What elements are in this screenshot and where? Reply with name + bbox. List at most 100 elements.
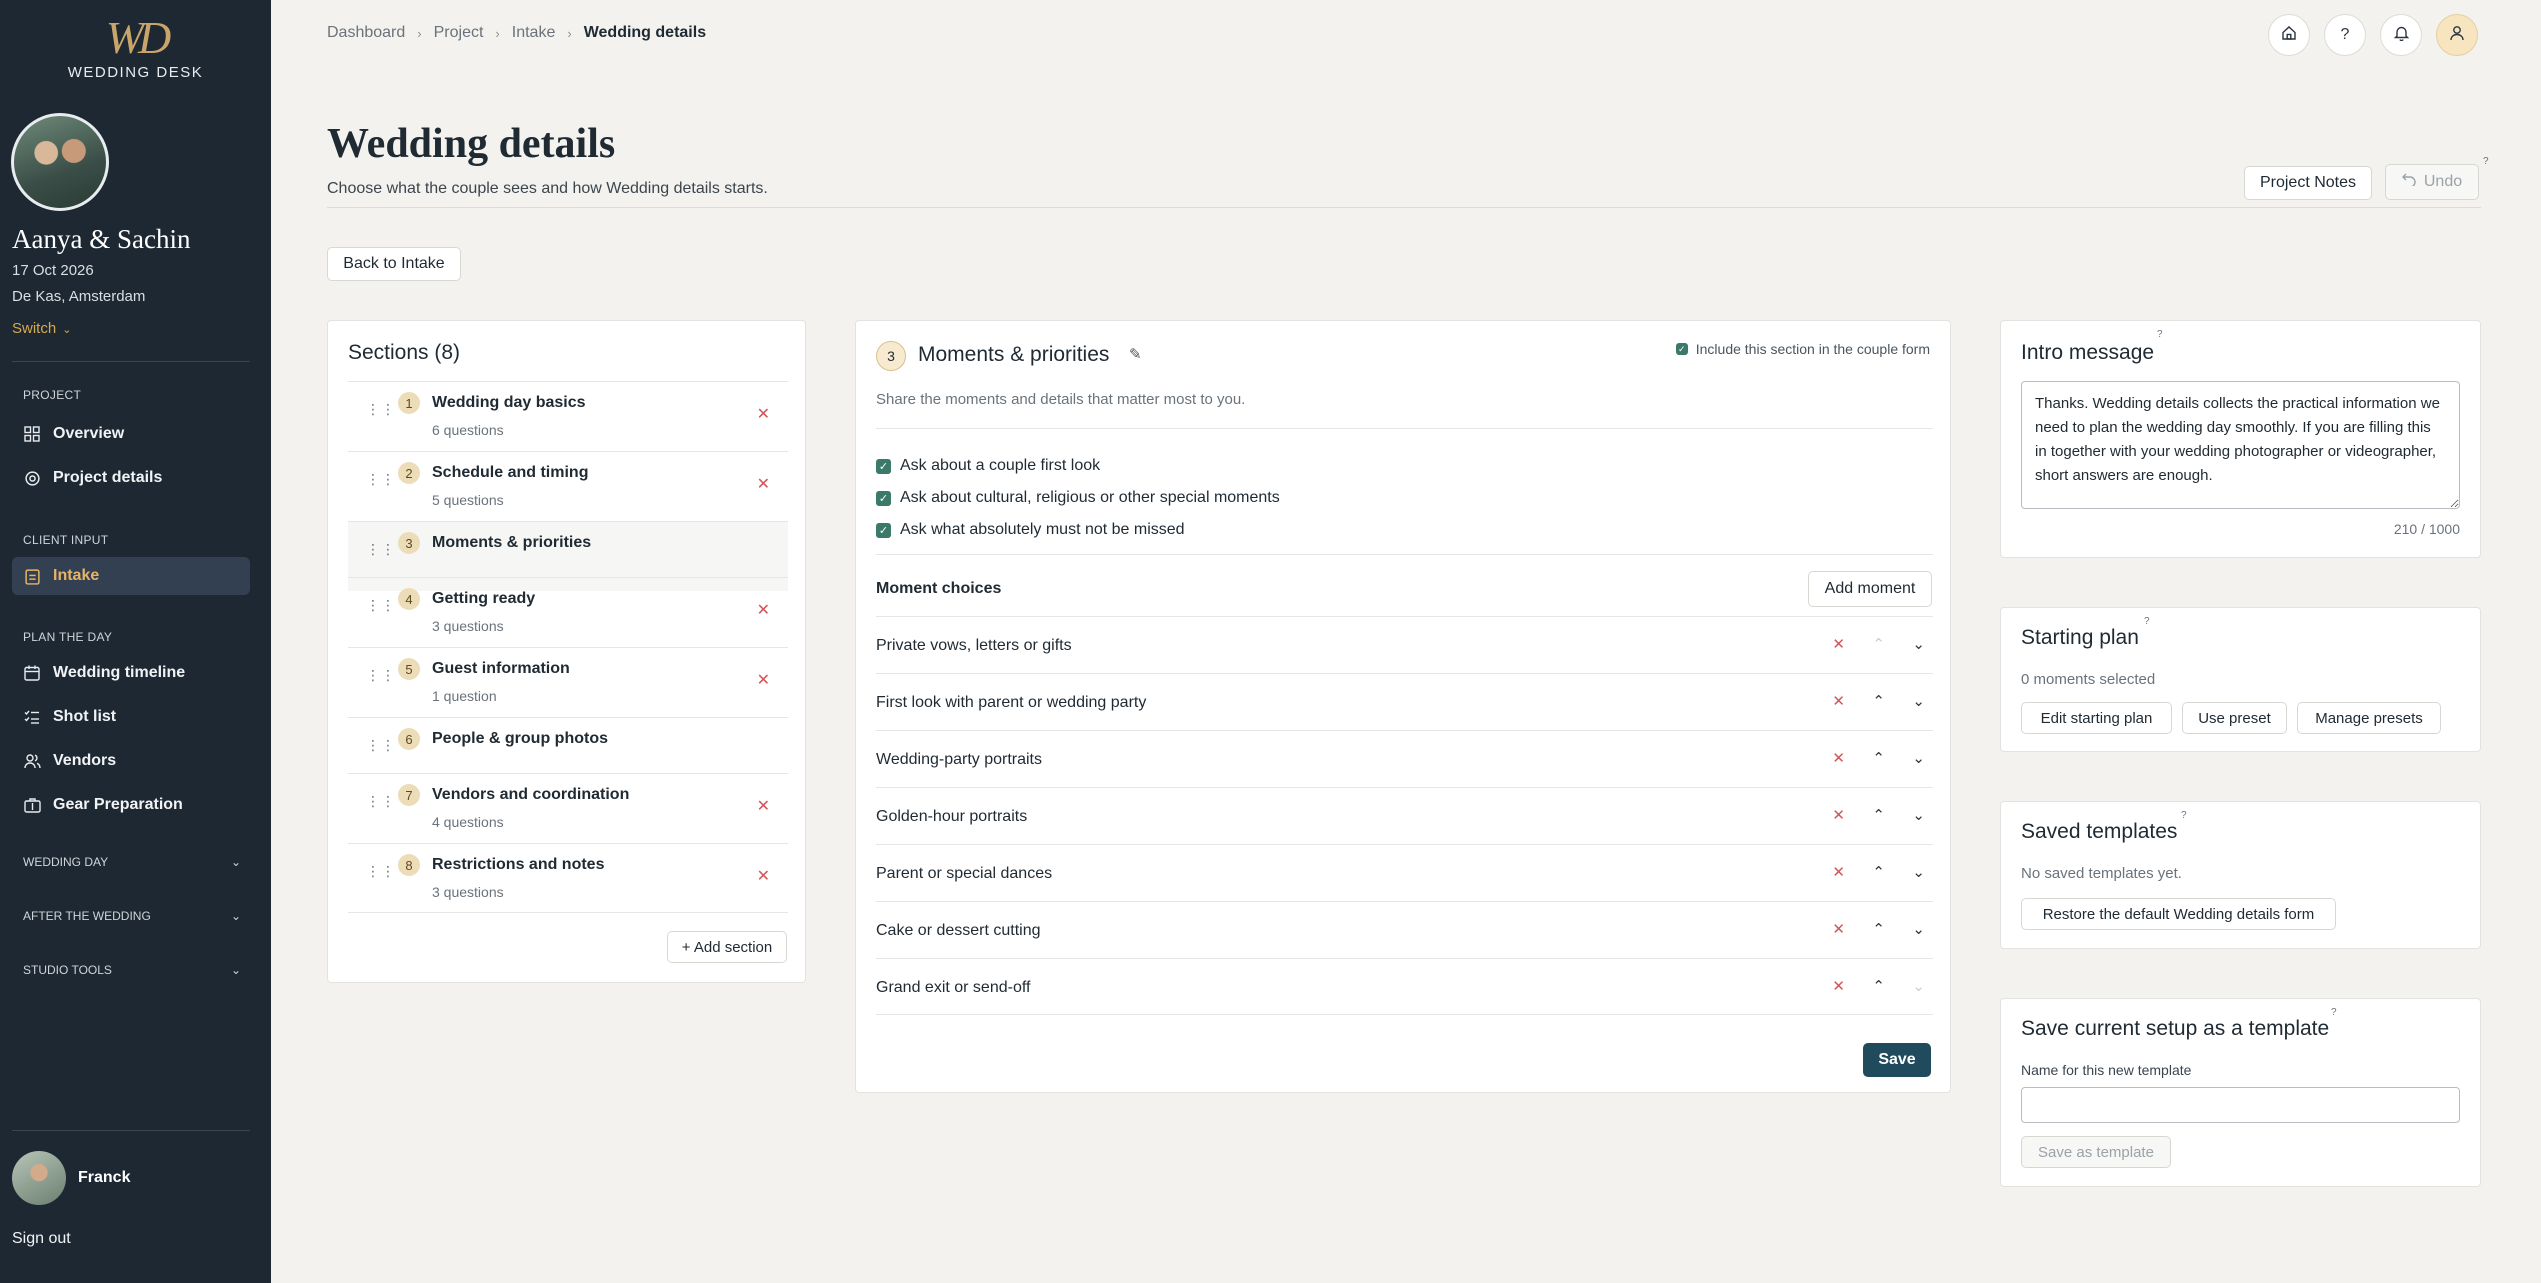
remove-moment-icon[interactable]: ✕ — [1832, 977, 1845, 995]
sidebar-item-shot-list[interactable]: Shot list — [12, 698, 250, 736]
section-number: 1 — [398, 392, 420, 414]
back-to-intake-button[interactable]: Back to Intake — [327, 247, 461, 281]
section-name: Moments & priorities — [432, 534, 592, 551]
option-checkbox[interactable]: ✓ — [876, 458, 891, 474]
option-checkbox[interactable]: ✓ — [876, 490, 891, 506]
help-icon[interactable]: ? — [2144, 616, 2150, 627]
move-down-icon[interactable]: ⌄ — [1912, 863, 1925, 881]
notifications-button[interactable] — [2380, 14, 2422, 56]
editor-divider — [876, 554, 1933, 555]
sidebar-item-project-details[interactable]: Project details — [12, 459, 250, 497]
use-preset-button[interactable]: Use preset — [2182, 702, 2287, 734]
switch-label: Switch — [12, 320, 57, 337]
drag-handle-icon[interactable]: ⋮⋮ — [366, 738, 395, 760]
help-icon[interactable]: ? — [2181, 810, 2187, 821]
calendar-icon — [23, 664, 41, 682]
option-checkbox[interactable]: ✓ — [876, 522, 891, 538]
remove-moment-icon[interactable]: ✕ — [1832, 920, 1845, 938]
drag-handle-icon[interactable]: ⋮⋮ — [366, 402, 395, 424]
remove-moment-icon[interactable]: ✕ — [1832, 692, 1845, 710]
manage-presets-button[interactable]: Manage presets — [2297, 702, 2441, 734]
intro-message-textarea[interactable]: Thanks. Wedding details collects the pra… — [2021, 381, 2460, 509]
add-section-button[interactable]: + Add section — [667, 931, 787, 963]
help-icon: ? — [2340, 26, 2350, 43]
starting-plan-title: Starting plan — [2021, 626, 2139, 649]
option-must-not-miss[interactable]: ✓ Ask what absolutely must not be missed — [876, 521, 1185, 539]
drag-handle-icon[interactable]: ⋮⋮ — [366, 598, 395, 620]
drag-handle-icon[interactable]: ⋮⋮ — [366, 794, 395, 816]
section-row[interactable]: ⋮⋮ 2 Schedule and timing 5 questions ✕ — [348, 451, 788, 521]
help-icon[interactable]: ? — [2331, 1007, 2337, 1018]
remove-moment-icon[interactable]: ✕ — [1832, 863, 1845, 881]
sidebar-item-overview[interactable]: Overview — [12, 415, 250, 453]
switch-project-button[interactable]: Switch ⌄ — [12, 320, 71, 337]
user-avatar[interactable] — [12, 1151, 66, 1205]
nav-group-studio-tools[interactable]: STUDIO TOOLS ⌄ — [23, 963, 241, 977]
include-checkbox[interactable]: ✓ — [1675, 343, 1688, 355]
drag-handle-icon[interactable]: ⋮⋮ — [366, 668, 395, 690]
project-notes-button[interactable]: Project Notes — [2244, 166, 2372, 200]
edit-starting-plan-button[interactable]: Edit starting plan — [2021, 702, 2172, 734]
section-row[interactable]: ⋮⋮ 1 Wedding day basics 6 questions ✕ — [348, 381, 788, 451]
edit-pencil-icon[interactable]: ✎ — [1129, 345, 1142, 363]
sidebar-item-intake[interactable]: Intake — [12, 557, 250, 595]
moment-row: Parent or special dances ✕ ⌃ ⌄ — [876, 844, 1933, 901]
option-first-look[interactable]: ✓ Ask about a couple first look — [876, 457, 1100, 475]
moment-row: Cake or dessert cutting ✕ ⌃ ⌄ — [876, 901, 1933, 958]
delete-section-icon[interactable]: ✕ — [757, 670, 770, 690]
sign-out-link[interactable]: Sign out — [12, 1230, 71, 1248]
drag-handle-icon[interactable]: ⋮⋮ — [366, 472, 395, 494]
section-row[interactable]: ⋮⋮ 5 Guest information 1 question ✕ — [348, 647, 788, 717]
remove-moment-icon[interactable]: ✕ — [1832, 806, 1845, 824]
help-icon[interactable]: ? — [2483, 156, 2489, 167]
breadcrumb-item-intake[interactable]: Intake — [512, 24, 556, 42]
undo-button[interactable]: Undo — [2385, 164, 2479, 200]
move-up-icon[interactable]: ⌃ — [1872, 806, 1885, 824]
move-down-icon[interactable]: ⌄ — [1912, 692, 1925, 710]
move-down-icon[interactable]: ⌄ — [1912, 635, 1925, 653]
section-row[interactable]: ⋮⋮ 4 Getting ready 3 questions ✕ — [348, 577, 788, 647]
chevron-down-icon: ⌄ — [230, 855, 241, 869]
undo-icon — [2401, 173, 2416, 191]
help-button[interactable]: ? — [2324, 14, 2366, 56]
brand-logo[interactable]: WD WEDDING DESK — [0, 14, 271, 82]
nav-group-after-wedding[interactable]: AFTER THE WEDDING ⌄ — [23, 909, 241, 923]
template-name-input[interactable] — [2021, 1087, 2460, 1123]
add-moment-button[interactable]: Add moment — [1808, 571, 1932, 607]
delete-section-icon[interactable]: ✕ — [757, 796, 770, 816]
sidebar-item-wedding-timeline[interactable]: Wedding timeline — [12, 654, 250, 692]
delete-section-icon[interactable]: ✕ — [757, 866, 770, 886]
breadcrumb-item-project[interactable]: Project — [434, 24, 484, 42]
account-button[interactable] — [2436, 14, 2478, 56]
save-as-template-button[interactable]: Save as template — [2021, 1136, 2171, 1168]
remove-moment-icon[interactable]: ✕ — [1832, 749, 1845, 767]
section-editor-card: 3 Moments & priorities ✎ ✓ Include this … — [855, 320, 1951, 1093]
remove-moment-icon[interactable]: ✕ — [1832, 635, 1845, 653]
home-button[interactable] — [2268, 14, 2310, 56]
section-row[interactable]: ⋮⋮ 8 Restrictions and notes 3 questions … — [348, 843, 788, 913]
option-special-moments[interactable]: ✓ Ask about cultural, religious or other… — [876, 489, 1280, 507]
move-down-icon[interactable]: ⌄ — [1912, 920, 1925, 938]
move-up-icon[interactable]: ⌃ — [1872, 863, 1885, 881]
nav-group-wedding-day[interactable]: WEDDING DAY ⌄ — [23, 855, 241, 869]
move-down-icon[interactable]: ⌄ — [1912, 806, 1925, 824]
nav-heading-project: PROJECT — [23, 388, 82, 402]
move-up-icon[interactable]: ⌃ — [1872, 749, 1885, 767]
breadcrumb-item-dashboard[interactable]: Dashboard — [327, 24, 405, 42]
sidebar-item-gear-preparation[interactable]: Gear Preparation — [12, 786, 250, 824]
delete-section-icon[interactable]: ✕ — [757, 474, 770, 494]
move-up-icon[interactable]: ⌃ — [1872, 920, 1885, 938]
save-button[interactable]: Save — [1863, 1043, 1931, 1077]
delete-section-icon[interactable]: ✕ — [757, 404, 770, 424]
section-row[interactable]: ⋮⋮ 7 Vendors and coordination 4 question… — [348, 773, 788, 843]
move-up-icon[interactable]: ⌃ — [1872, 692, 1885, 710]
sidebar-item-vendors[interactable]: Vendors — [12, 742, 250, 780]
move-up-icon[interactable]: ⌃ — [1872, 977, 1885, 995]
drag-handle-icon[interactable]: ⋮⋮ — [366, 542, 395, 564]
drag-handle-icon[interactable]: ⋮⋮ — [366, 864, 395, 886]
restore-default-button[interactable]: Restore the default Wedding details form — [2021, 898, 2336, 930]
include-section-toggle[interactable]: ✓ Include this section in the couple for… — [1675, 341, 1930, 357]
help-icon[interactable]: ? — [2157, 329, 2163, 340]
move-down-icon[interactable]: ⌄ — [1912, 749, 1925, 767]
delete-section-icon[interactable]: ✕ — [757, 600, 770, 620]
